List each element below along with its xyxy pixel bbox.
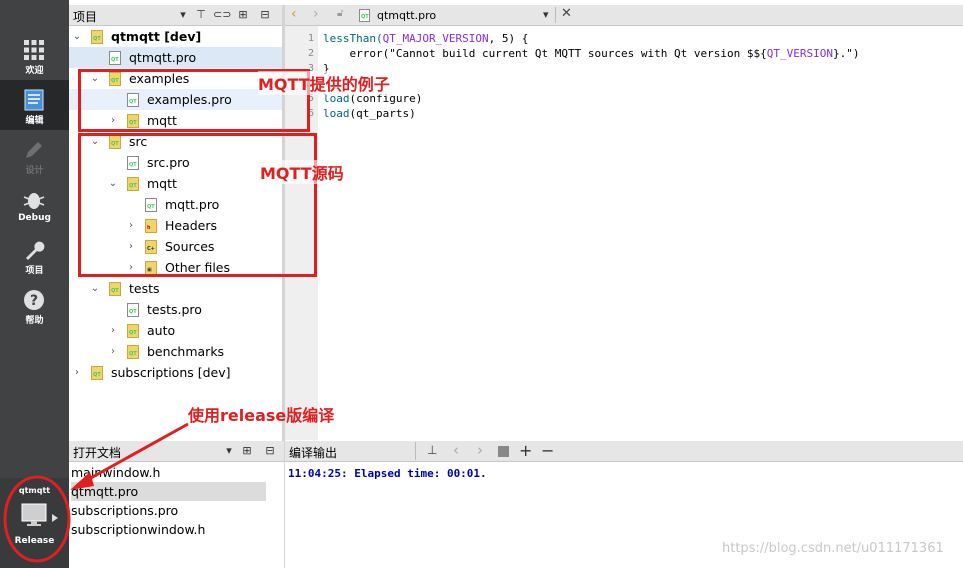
prev-icon[interactable]: ‹	[453, 441, 459, 459]
link-icon[interactable]: ⊂⊃	[213, 7, 231, 23]
chevron-right-icon[interactable]: ›	[107, 320, 119, 341]
mode-edit[interactable]: 编辑	[0, 80, 69, 130]
divider	[415, 442, 416, 460]
tree-label: subscriptions [dev]	[111, 365, 231, 380]
mode-help[interactable]: ? 帮助	[0, 280, 69, 330]
mode-projects[interactable]: 项目	[0, 230, 69, 280]
tree-label: benchmarks	[147, 344, 225, 359]
project-folder-icon: QT	[91, 30, 103, 44]
wrench-icon	[26, 241, 45, 260]
project-pane-title: 项目	[73, 10, 98, 24]
pro-file-icon: QT	[127, 303, 139, 317]
divider	[555, 7, 556, 23]
chevron-right-icon[interactable]: ›	[71, 362, 83, 383]
mode-welcome[interactable]: 欢迎	[0, 30, 69, 80]
close-pane-icon[interactable]: ⊟	[257, 7, 273, 23]
svg-text:?: ?	[30, 293, 38, 309]
dropdown-arrow-icon[interactable]: ▾	[221, 443, 237, 459]
close-pane-icon[interactable]: ⊟	[262, 443, 278, 459]
file-dropdown-icon[interactable]: ▾	[543, 8, 549, 21]
tree-item-benchmarks[interactable]: › QT benchmarks	[69, 341, 282, 362]
split-icon[interactable]: ⊞	[235, 7, 251, 23]
tree-item-auto[interactable]: › QT auto	[69, 320, 282, 341]
project-folder-icon: QT	[91, 366, 103, 380]
lock-icon: 🔓︎	[337, 8, 344, 19]
back-arrow-icon[interactable]: ‹	[291, 6, 297, 22]
mode-label: Debug	[18, 213, 51, 223]
annotation-label-source: MQTT源码	[260, 160, 344, 184]
compile-output-header: 编译输出 ⊥ ‹ › + −	[285, 441, 963, 462]
tree-label: tests	[129, 281, 160, 296]
tree-label: tests.pro	[147, 302, 202, 317]
line-number: 1	[307, 33, 314, 44]
annotation-label-examples: MQTT提供的例子	[258, 71, 390, 95]
stop-icon[interactable]	[498, 446, 509, 457]
mode-label: 设计	[25, 166, 44, 176]
code-line: lessThan(QT_MAJOR_VERSION, 5) {	[323, 32, 529, 45]
pro-file-icon: QT	[359, 9, 370, 22]
mode-label: 帮助	[25, 316, 44, 326]
tree-label: qtmqtt [dev]	[111, 29, 202, 44]
mode-label: 编辑	[25, 116, 44, 126]
mode-debug[interactable]: Debug	[0, 180, 69, 230]
chevron-down-icon[interactable]: ⌄	[71, 26, 83, 47]
editor-toolbar: ‹ › 🔓︎ QT qtmqtt.pro ▾ ✕	[285, 5, 963, 26]
clear-output-icon[interactable]: ⊥	[427, 443, 437, 457]
grid-icon	[24, 40, 44, 60]
tree-item-qtmqtt-pro[interactable]: QT qtmqtt.pro	[69, 47, 282, 68]
tree-item-tests[interactable]: ⌄ QT tests	[69, 278, 282, 299]
annotation-box-source	[78, 133, 317, 277]
close-editor-icon[interactable]: ✕	[561, 6, 572, 21]
code-line: error("Cannot build current Qt MQTT sour…	[323, 47, 860, 60]
split-icon[interactable]: ⊞	[239, 443, 255, 459]
tree-item-qtmqtt-project[interactable]: ⌄ QT qtmqtt [dev]	[69, 26, 282, 47]
pro-file-icon: QT	[109, 51, 121, 65]
line-number: 2	[307, 48, 314, 59]
editor-filename[interactable]: qtmqtt.pro	[377, 9, 436, 22]
folder-icon: QT	[127, 324, 139, 338]
code-line: load(qt_parts)	[323, 107, 416, 120]
project-pane-header: 项目 ▾ ⊤ ⊂⊃ ⊞ ⊟	[69, 5, 284, 26]
tree-label: qtmqtt.pro	[129, 50, 197, 65]
mode-label: 欢迎	[25, 66, 44, 76]
tree-item-tests-pro[interactable]: QT tests.pro	[69, 299, 282, 320]
annotation-circle-release	[3, 475, 71, 563]
annotation-label-release: 使用release版编译	[188, 406, 335, 425]
watermark: https://blog.csdn.net/u011171361	[722, 541, 944, 556]
folder-icon: QT	[127, 345, 139, 359]
help-icon: ?	[24, 290, 44, 310]
pencil-icon	[26, 142, 42, 158]
bug-icon	[23, 193, 45, 209]
mode-label: 项目	[25, 266, 44, 276]
next-icon[interactable]: ›	[477, 441, 483, 459]
filter-icon[interactable]: ⊤	[193, 7, 209, 23]
mode-design[interactable]: 设计	[0, 130, 69, 180]
open-doc-item[interactable]: subscriptions.pro	[71, 501, 266, 520]
open-doc-item[interactable]: subscriptionwindow.h	[71, 520, 266, 539]
zoom-in-icon[interactable]: +	[519, 441, 532, 460]
compile-output-title: 编译输出	[289, 446, 338, 460]
chevron-down-icon[interactable]: ⌄	[89, 278, 101, 299]
code-editor[interactable]	[318, 26, 963, 440]
annotation-arrow	[70, 422, 189, 490]
dropdown-arrow-icon[interactable]: ▾	[175, 7, 191, 23]
chevron-right-icon[interactable]: ›	[107, 341, 119, 362]
edit-document-icon	[24, 89, 44, 111]
tree-label: auto	[147, 323, 176, 338]
folder-icon: QT	[109, 282, 121, 296]
zoom-out-icon[interactable]: −	[541, 441, 554, 460]
output-text: 11:04:25: Elapsed time: 00:01.	[288, 467, 487, 480]
tree-item-subscriptions-project[interactable]: › QT subscriptions [dev]	[69, 362, 282, 383]
forward-arrow-icon[interactable]: ›	[313, 6, 319, 22]
